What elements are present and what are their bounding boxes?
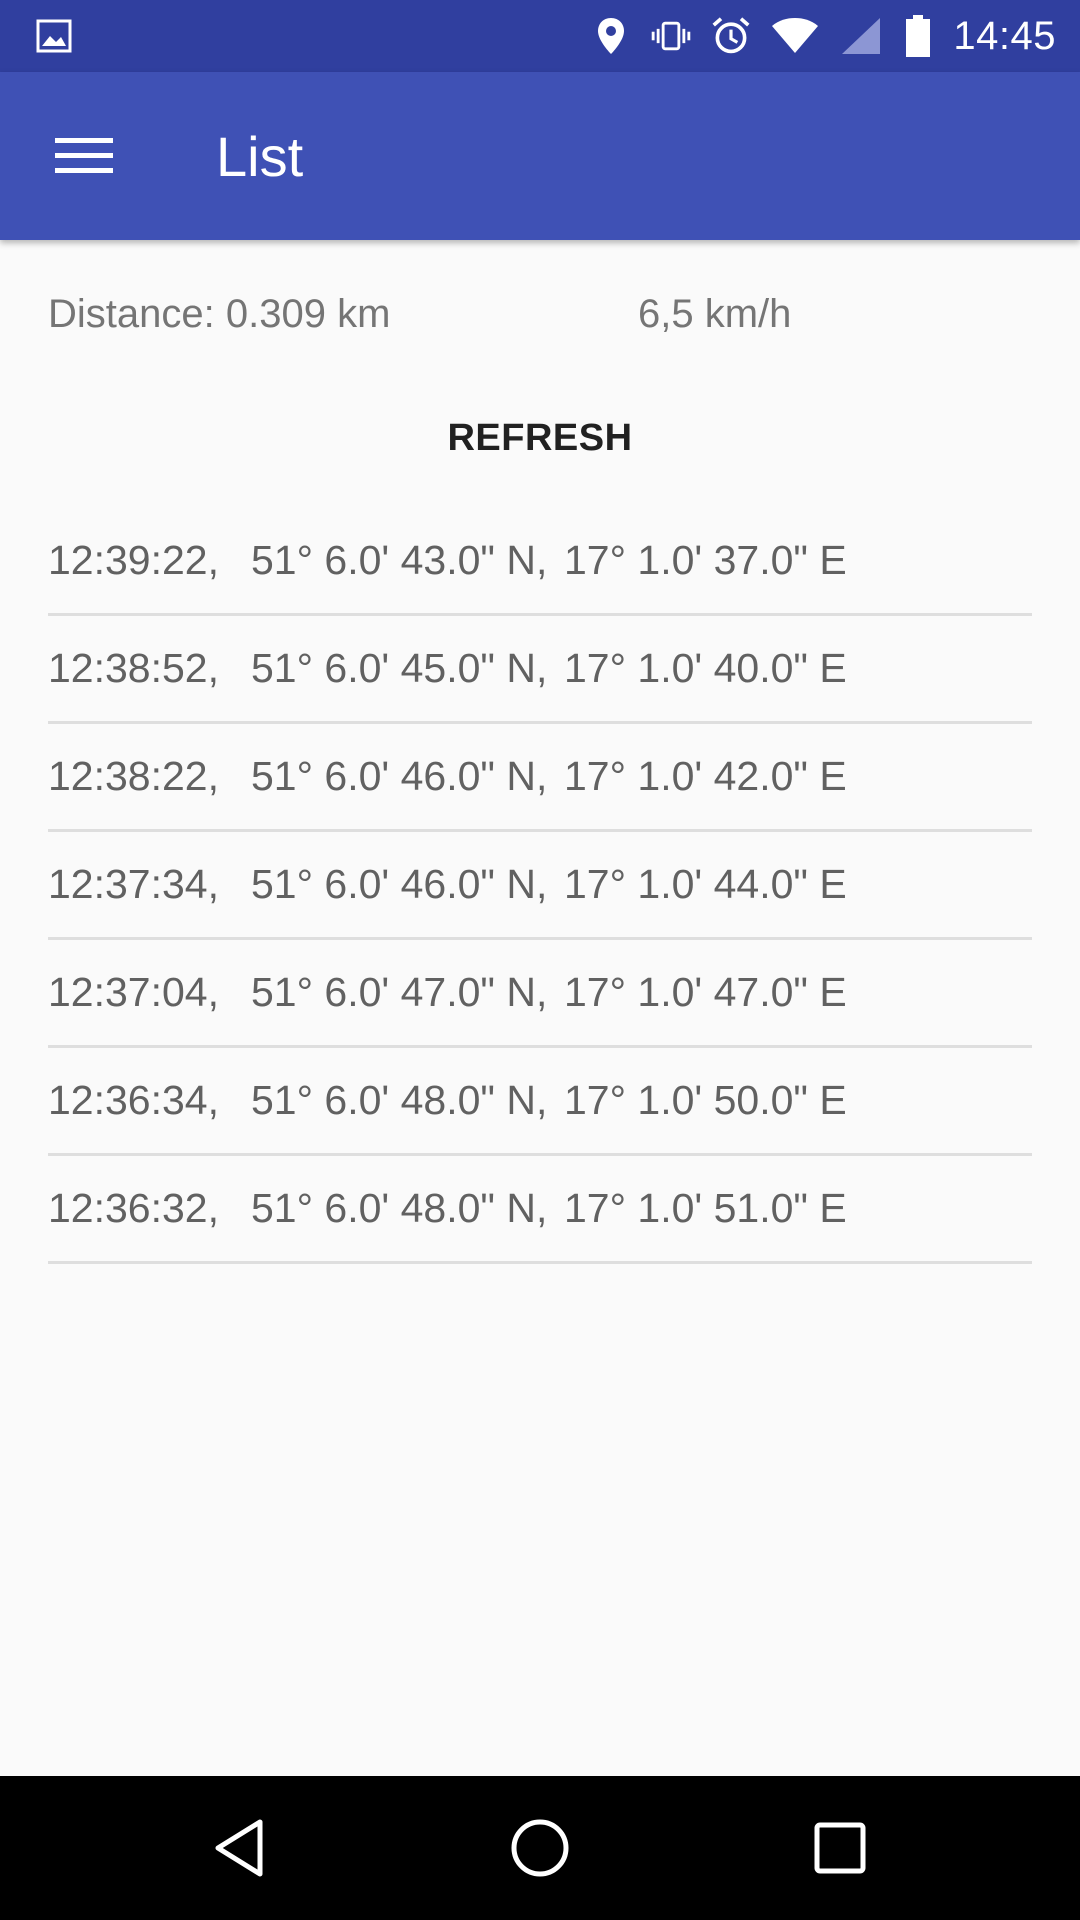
entry-longitude: 17° 1.0' 51.0" E (564, 1185, 847, 1231)
entry-latitude: 51° 6.0' 48.0" N, (251, 1185, 548, 1231)
entry-time: 12:39:22, (48, 537, 219, 583)
alarm-icon (711, 16, 751, 56)
entry-latitude: 51° 6.0' 48.0" N, (251, 1077, 548, 1123)
list-item[interactable]: 12:36:32, 51° 6.0' 48.0" N, 17° 1.0' 51.0"… (48, 1156, 1032, 1264)
app-bar: List (0, 72, 1080, 240)
status-clock: 14:45 (953, 13, 1056, 58)
entry-longitude: 17° 1.0' 40.0" E (564, 645, 847, 691)
home-icon (511, 1819, 569, 1877)
list-item[interactable]: 12:38:52, 51° 6.0' 45.0" N, 17° 1.0' 40.0"… (48, 616, 1032, 724)
entry-time: 12:36:32, (48, 1185, 219, 1231)
wifi-icon (771, 16, 819, 56)
stats-row: Distance: 0.309 km 6,5 km/h (48, 292, 1032, 348)
speed-text: 6,5 km/h (638, 292, 792, 336)
battery-icon (903, 15, 933, 57)
entry-latitude: 51° 6.0' 47.0" N, (251, 969, 548, 1015)
list-item[interactable]: 12:37:04, 51° 6.0' 47.0" N, 17° 1.0' 47.0"… (48, 940, 1032, 1048)
hamburger-menu-icon (55, 138, 113, 173)
entry-latitude: 51° 6.0' 46.0" N, (251, 861, 548, 907)
location-icon (591, 16, 631, 56)
menu-button[interactable] (40, 112, 128, 200)
entry-longitude: 17° 1.0' 47.0" E (564, 969, 847, 1015)
distance-text: Distance: 0.309 km (48, 292, 391, 336)
navigation-bar (0, 1776, 1080, 1920)
status-bar: 14:45 (0, 0, 1080, 72)
list-item[interactable]: 12:39:22, 51° 6.0' 43.0" N, 17° 1.0' 37.0"… (48, 508, 1032, 616)
recents-icon (814, 1822, 866, 1874)
entry-longitude: 17° 1.0' 44.0" E (564, 861, 847, 907)
recents-button[interactable] (804, 1812, 876, 1884)
list-item[interactable]: 12:37:34, 51° 6.0' 46.0" N, 17° 1.0' 44.0"… (48, 832, 1032, 940)
entry-time: 12:38:52, (48, 645, 219, 691)
back-button[interactable] (204, 1812, 276, 1884)
vibrate-icon (651, 16, 691, 56)
refresh-button[interactable]: REFRESH (390, 390, 690, 486)
page-title: List (216, 124, 304, 188)
entry-latitude: 51° 6.0' 45.0" N, (251, 645, 548, 691)
entry-longitude: 17° 1.0' 50.0" E (564, 1077, 847, 1123)
entry-latitude: 51° 6.0' 46.0" N, (251, 753, 548, 799)
entry-longitude: 17° 1.0' 37.0" E (564, 537, 847, 583)
entry-longitude: 17° 1.0' 42.0" E (564, 753, 847, 799)
entry-time: 12:36:34, (48, 1077, 219, 1123)
image-notification-icon (36, 18, 72, 54)
entry-time: 12:38:22, (48, 753, 219, 799)
entry-time: 12:37:34, (48, 861, 219, 907)
cell-signal-icon (839, 16, 883, 56)
home-button[interactable] (504, 1812, 576, 1884)
location-list: 12:39:22, 51° 6.0' 43.0" N, 17° 1.0' 37.0"… (48, 508, 1032, 1264)
back-icon (215, 1819, 263, 1877)
entry-time: 12:37:04, (48, 969, 219, 1015)
entry-latitude: 51° 6.0' 43.0" N, (251, 537, 548, 583)
list-item[interactable]: 12:38:22, 51° 6.0' 46.0" N, 17° 1.0' 42.0"… (48, 724, 1032, 832)
list-item[interactable]: 12:36:34, 51° 6.0' 48.0" N, 17° 1.0' 50.0"… (48, 1048, 1032, 1156)
